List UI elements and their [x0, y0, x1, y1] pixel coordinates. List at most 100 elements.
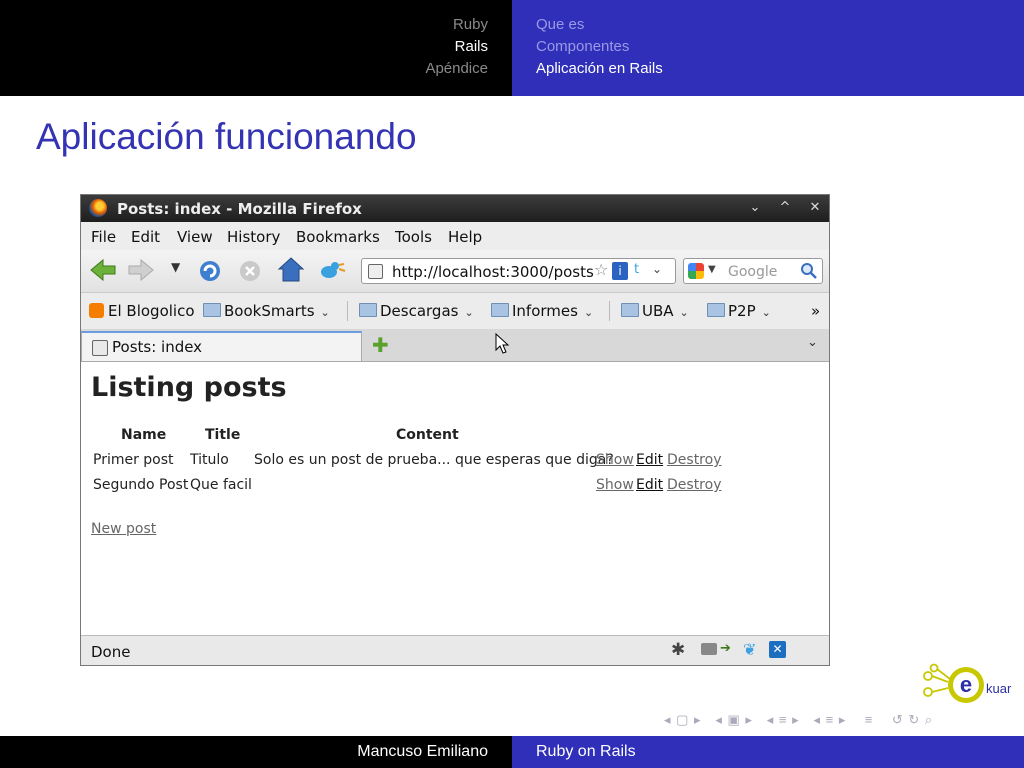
bookmark-star-icon[interactable]: ☆ [594, 260, 608, 279]
bookmark-el-blogolico[interactable]: El Blogolico [89, 302, 195, 320]
search-icon[interactable] [800, 262, 818, 280]
menu-help[interactable]: Help [448, 228, 482, 246]
new-tab-icon[interactable]: ✚ [372, 333, 389, 357]
section-apendice[interactable]: Apéndice [425, 60, 488, 77]
row-1-show-link[interactable]: Show [596, 452, 634, 468]
section-ruby[interactable]: Ruby [453, 16, 488, 33]
row-1-content: Solo es un post de prueba... que esperas… [254, 452, 614, 468]
stop-icon[interactable] [237, 258, 263, 284]
row-2-destroy-link[interactable]: Destroy [667, 477, 721, 493]
back-icon[interactable] [89, 258, 117, 282]
url-dropdown-icon[interactable]: ⌄ [652, 262, 662, 276]
navigation-toolbar: ▼ http://localhost:3000/posts ☆ i t ⌄ ▼ [81, 250, 829, 293]
bookmark-label: Descargas [380, 302, 459, 320]
footer-author-bar: Mancuso Emiliano [0, 736, 512, 768]
search-bar[interactable]: ▼ Google [683, 258, 823, 284]
menu-edit[interactable]: Edit [131, 228, 160, 246]
subsection-aplicacion[interactable]: Aplicación en Rails [536, 60, 663, 77]
url-text[interactable]: http://localhost:3000/posts [392, 263, 594, 281]
row-2-name: Segundo Post [93, 477, 189, 493]
bookmark-label: UBA [642, 302, 674, 320]
engine-dropdown-icon[interactable]: ▼ [708, 264, 716, 275]
row-1-edit-link[interactable]: Edit [636, 452, 663, 468]
info-icon[interactable]: i [612, 262, 628, 280]
row-2-show-link[interactable]: Show [596, 477, 634, 493]
footer-author: Mancuso Emiliano [357, 743, 488, 760]
folder-icon [359, 303, 377, 317]
chevron-down-icon: ⌄ [583, 306, 594, 319]
screenshot-icon[interactable] [701, 643, 717, 655]
column-header-title: Title [205, 427, 241, 443]
section-rails[interactable]: Rails [455, 38, 488, 55]
forward-icon[interactable] [127, 258, 155, 282]
bookmark-p2p[interactable]: P2P ⌄ [707, 302, 771, 320]
menu-file[interactable]: File [91, 228, 116, 246]
slide-title: Aplicación funcionando [36, 116, 417, 157]
page-content: Listing posts Name Title Content Primer … [81, 362, 829, 634]
row-1-destroy-link[interactable]: Destroy [667, 452, 721, 468]
bookmark-label: El Blogolico [108, 302, 195, 320]
bookmarks-toolbar: El Blogolico BookSmarts ⌄ Descargas ⌄ Info… [81, 293, 829, 330]
new-post-link[interactable]: New post [91, 521, 156, 537]
subsection-componentes[interactable]: Componentes [536, 38, 629, 55]
page-favicon-icon [368, 264, 383, 279]
menu-bar: File Edit View History Bookmarks Tools H… [81, 222, 829, 250]
bookmark-uba[interactable]: UBA ⌄ [621, 302, 689, 320]
tab-posts-index[interactable]: Posts: index [81, 331, 362, 361]
beamer-navigation-symbols[interactable]: ◂ ▢ ▸ ◂ ▣ ▸ ◂ ≡ ▸ ◂ ≡ ▸ ≡ ↺ ↻ ⌕ [664, 712, 933, 728]
chevron-down-icon: ⌄ [464, 306, 474, 319]
chevron-down-icon: ⌄ [320, 306, 330, 319]
firefox-window: Posts: index - Mozilla Firefox ⌄ ^ ✕ Fil… [80, 194, 830, 666]
xmarks-icon[interactable]: ✕ [769, 641, 786, 658]
menu-view[interactable]: View [177, 228, 213, 246]
maximize-icon[interactable]: ^ [775, 199, 795, 217]
menu-bookmarks[interactable]: Bookmarks [296, 228, 380, 246]
google-logo-icon [688, 263, 704, 279]
subsection-que-es[interactable]: Que es [536, 16, 584, 33]
column-header-name: Name [121, 427, 167, 443]
subsection-nav: Que es Componentes Aplicación en Rails [512, 0, 1024, 96]
search-placeholder[interactable]: Google [728, 264, 777, 280]
bookmark-label: BookSmarts [224, 302, 315, 320]
twitter-bird-icon[interactable] [317, 258, 347, 282]
menu-tools[interactable]: Tools [395, 228, 432, 246]
menu-history[interactable]: History [227, 228, 280, 246]
folder-icon [621, 303, 639, 317]
bookmark-informes[interactable]: Informes ⌄ [491, 302, 593, 320]
bookmark-descargas[interactable]: Descargas ⌄ [359, 302, 474, 320]
firefox-logo-icon [89, 199, 107, 217]
window-titlebar: Posts: index - Mozilla Firefox ⌄ ^ ✕ [81, 195, 829, 222]
page-favicon-icon [92, 340, 108, 356]
row-1-name: Primer post [93, 452, 174, 468]
column-header-content: Content [396, 427, 459, 443]
row-2-edit-link[interactable]: Edit [636, 477, 663, 493]
blogger-icon [89, 303, 104, 318]
row-2-title: Que facil [190, 477, 252, 493]
chevron-down-icon: ⌄ [761, 306, 771, 319]
beamer-header: Ruby Rails Apéndice Que es Componentes A… [0, 0, 1024, 96]
bookmark-label: Informes [512, 302, 578, 320]
send-arrow-icon[interactable]: ➔ [720, 641, 731, 656]
mouse-cursor-icon [495, 333, 510, 354]
footer-title: Ruby on Rails [536, 743, 636, 760]
reload-icon[interactable] [197, 258, 223, 284]
history-dropdown-icon[interactable]: ▼ [171, 260, 180, 274]
window-menu-icon[interactable]: ⌄ [745, 199, 765, 217]
row-1-title: Titulo [190, 452, 229, 468]
logo-text: kuar [986, 681, 1012, 696]
firebug-icon[interactable]: ✱ [671, 640, 685, 660]
bookmark-booksmarts[interactable]: BookSmarts ⌄ [203, 302, 330, 320]
home-icon[interactable] [277, 256, 305, 284]
page-heading: Listing posts [91, 372, 287, 403]
twitter-status-icon[interactable]: ❦ [743, 640, 756, 659]
section-nav: Ruby Rails Apéndice [0, 0, 512, 96]
twitter-t-icon[interactable]: t [634, 262, 639, 277]
status-bar: Done ✱ ➔ ❦ ✕ [81, 635, 829, 665]
tab-list-icon[interactable]: ⌄ [807, 335, 818, 350]
url-bar[interactable]: http://localhost:3000/posts ☆ i t ⌄ [361, 258, 676, 284]
bookmarks-overflow-button[interactable]: » [811, 302, 820, 320]
svg-text:e: e [960, 672, 972, 697]
folder-icon [707, 303, 725, 317]
close-window-icon[interactable]: ✕ [805, 199, 825, 217]
folder-icon [203, 303, 221, 317]
